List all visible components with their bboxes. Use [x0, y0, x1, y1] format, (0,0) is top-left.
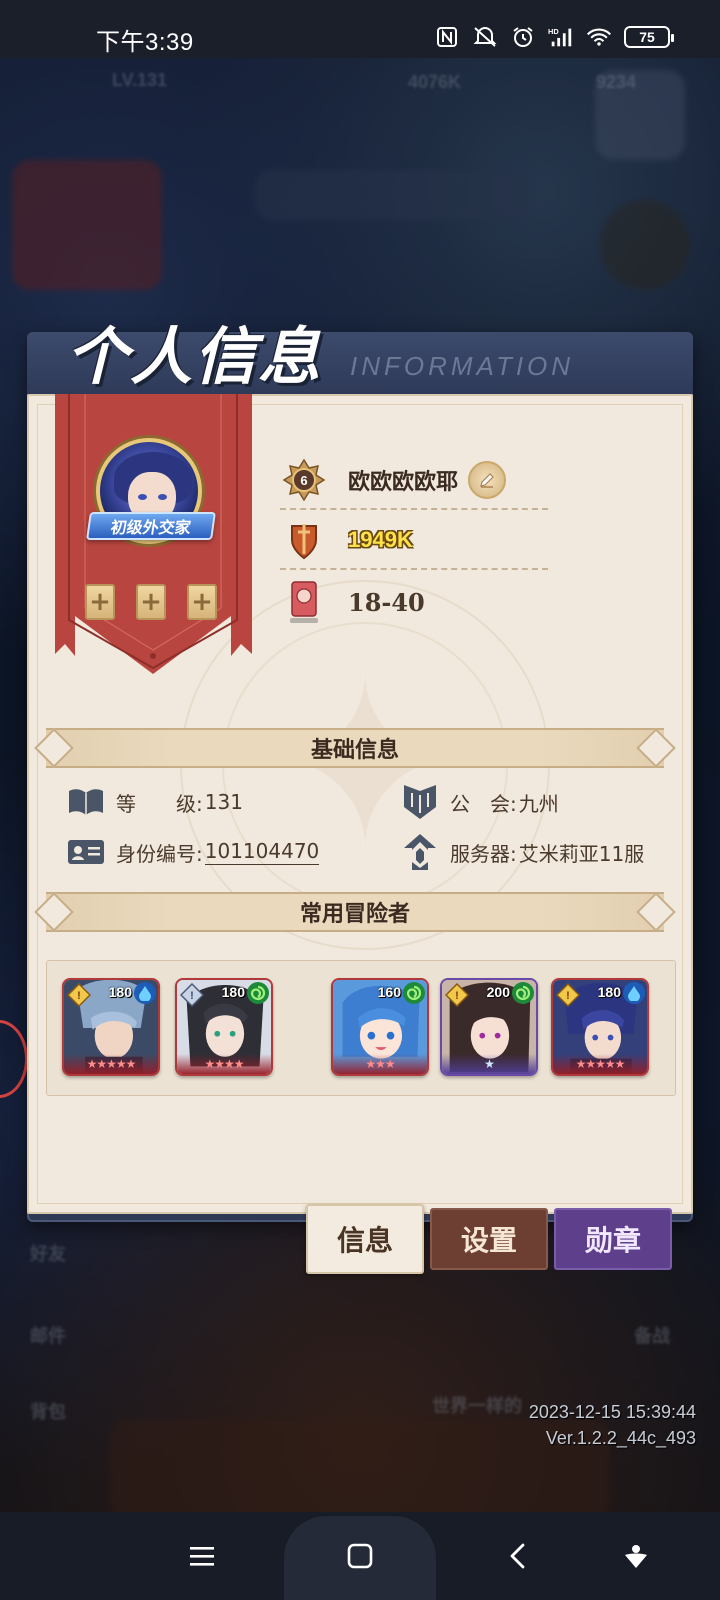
water-element-icon: [134, 982, 156, 1004]
wifi-icon: [586, 24, 612, 50]
svg-text:!: !: [190, 990, 194, 1002]
hero-stars: ★: [442, 1054, 536, 1074]
water-element-icon: [623, 982, 645, 1004]
id-label: 身份编号:: [116, 841, 203, 866]
svg-text:!: !: [77, 990, 81, 1002]
home-icon: [347, 1543, 373, 1569]
svg-text:!: !: [455, 990, 459, 1002]
timestamp: 2023-12-15 15:39:44: [528, 1402, 696, 1422]
hero-card[interactable]: ! 180 ★★★★★: [551, 978, 649, 1076]
wind-element-icon: [247, 982, 269, 1004]
adventurers-title: 常用冒险者: [299, 902, 410, 927]
rank-medal-icon: 6: [280, 456, 328, 504]
assistant-icon: [625, 1545, 647, 1568]
guild-label: 公 会:: [450, 791, 517, 816]
title-badge[interactable]: 初级外交家: [86, 512, 216, 540]
guild-info: 公 会: 九州: [400, 785, 559, 819]
tab-medal[interactable]: 勋章: [554, 1208, 672, 1270]
level-value: 131: [204, 790, 243, 814]
status-bar: 下午3:39 HD 75: [0, 0, 720, 58]
panel-subtitle: INFORMATION: [350, 351, 575, 381]
svg-text:!: !: [566, 990, 570, 1002]
avatar-eye: [158, 494, 167, 500]
signal-icon: HD: [548, 24, 574, 50]
player-name-row: 6 欧欧欧欧耶: [280, 450, 548, 510]
player-id-value[interactable]: 101104470: [204, 839, 320, 865]
hero-card[interactable]: ! 180 ★★★★: [175, 978, 273, 1076]
server-value: 艾米莉亚11服: [518, 841, 645, 866]
hero-level: 180: [108, 984, 132, 1000]
guild-emblem-icon: [400, 785, 440, 819]
badge-slot-add-button[interactable]: +: [187, 584, 217, 620]
combat-power-row: 1949K: [280, 510, 548, 570]
stage-progress-value: 18-40: [348, 587, 425, 617]
shield-sword-icon: [280, 516, 328, 564]
nfc-icon: [434, 24, 460, 50]
combat-power-value: 1949K: [348, 527, 413, 552]
battery-icon: 75: [624, 26, 674, 48]
status-icons: HD 75: [434, 24, 674, 50]
adventurers-header: 常用冒险者: [34, 892, 676, 932]
hero-stars: ★★★: [333, 1054, 427, 1074]
stage-progress-row: 18-40: [280, 572, 548, 632]
badge-slot-add-button[interactable]: +: [136, 584, 166, 620]
hero-level: 160: [377, 984, 401, 1000]
home-button[interactable]: [320, 1512, 400, 1600]
status-time: 下午3:39: [96, 29, 194, 56]
rank-diamond-icon: !: [179, 982, 205, 1008]
rank-diamond-icon: !: [555, 982, 581, 1008]
player-name: 欧欧欧欧耶: [348, 469, 459, 495]
level-info: 等 级: 131: [66, 785, 243, 819]
menu-icon: [190, 1547, 214, 1566]
version-label: Ver.1.2.2_44c_493: [545, 1428, 696, 1448]
hero-stars: ★★★★★: [64, 1054, 158, 1074]
hero-level: 200: [486, 984, 510, 1000]
server-tower-icon: [400, 834, 440, 870]
avatar-eye: [138, 494, 147, 500]
stage-flag-icon: [280, 578, 328, 626]
panel-title: 个人信息: [66, 320, 323, 393]
hero-level: 180: [597, 984, 621, 1000]
hero-stars: ★★★★: [177, 1054, 271, 1074]
hero-card[interactable]: 160 ★★★: [331, 978, 429, 1076]
edit-name-button[interactable]: [468, 461, 507, 499]
svg-text:HD: HD: [548, 27, 559, 36]
guild-value: 九州: [518, 791, 559, 816]
wind-element-icon: [403, 982, 425, 1004]
level-label: 等 级:: [116, 791, 203, 816]
basic-info-title: 基础信息: [310, 738, 399, 763]
id-info: 身份编号: 101104470: [66, 835, 320, 869]
menu-button[interactable]: [162, 1512, 242, 1600]
id-card-icon: [66, 835, 106, 869]
server-label: 服务器:: [450, 841, 517, 866]
rank-level: 6: [300, 473, 307, 488]
assistant-button[interactable]: [596, 1512, 676, 1600]
badge-slot-add-button[interactable]: +: [85, 584, 115, 620]
hero-stars: ★★★★★: [553, 1054, 647, 1074]
basic-info-header: 基础信息: [34, 728, 676, 768]
mute-icon: [472, 24, 498, 50]
wind-element-icon: [512, 982, 534, 1004]
rank-diamond-icon: !: [66, 982, 92, 1008]
alarm-icon: [510, 24, 536, 50]
back-button[interactable]: [478, 1512, 558, 1600]
back-icon: [510, 1543, 525, 1569]
rank-diamond-icon: !: [444, 982, 470, 1008]
book-icon: [66, 785, 106, 819]
pencil-icon: [480, 473, 494, 488]
tab-settings[interactable]: 设置: [430, 1208, 548, 1270]
hero-card[interactable]: ! 180 ★★★★★: [62, 978, 160, 1076]
tab-info[interactable]: 信息: [306, 1204, 424, 1274]
hero-card[interactable]: ! 200 ★: [440, 978, 538, 1076]
hero-level: 180: [221, 984, 245, 1000]
server-info: 服务器: 艾米莉亚11服: [400, 834, 645, 870]
